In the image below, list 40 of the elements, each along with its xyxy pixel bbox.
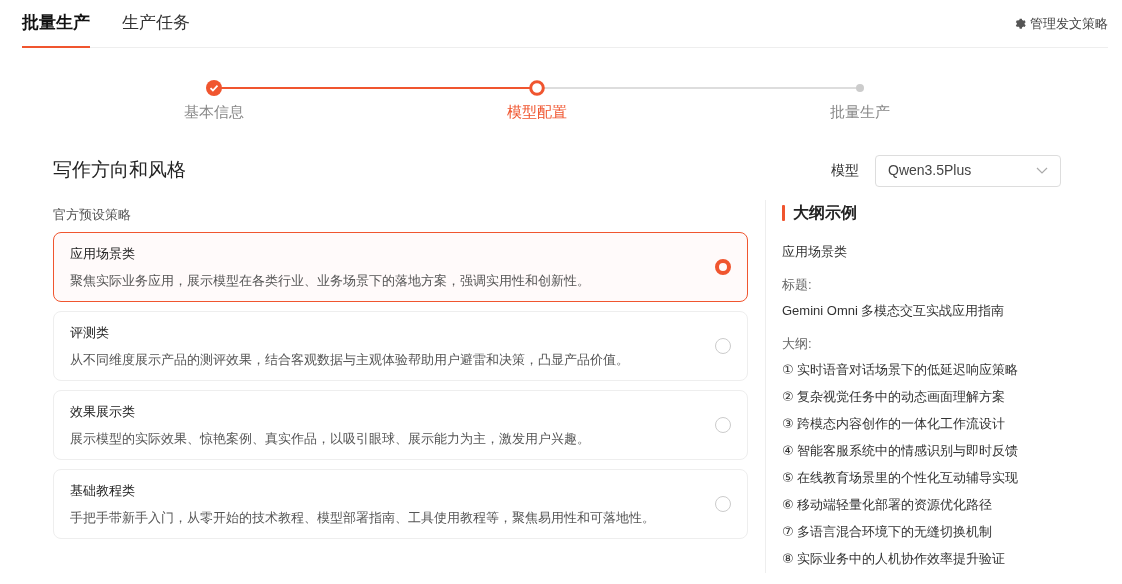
model-value: Qwen3.5Plus [888, 161, 972, 180]
preset-title: 评测类 [70, 324, 110, 342]
preset-title: 应用场景类 [70, 245, 136, 263]
outline-item: ② 复杂视觉任务中的动态画面理解方案 [782, 388, 1007, 407]
preset-title: 效果展示类 [70, 403, 136, 421]
presets-label: 官方预设策略 [53, 205, 132, 224]
title-label: 标题: [782, 276, 813, 294]
tab[interactable]: 批量生产 [22, 0, 90, 48]
step-label: 批量生产 [830, 102, 891, 122]
model-label: 模型 [831, 161, 859, 180]
manage-strategy-link[interactable]: 管理发文策略 [1013, 13, 1108, 34]
outline-item: ④ 智能客服系统中的情感识别与即时反馈 [782, 442, 1020, 461]
preset-card[interactable]: 效果展示类 展示模型的实际效果、惊艳案例、真实作品，以吸引眼球、展示能力为主，激发用户兴趣。 [53, 390, 748, 460]
radio-button[interactable] [715, 259, 731, 275]
step-label: 基本信息 [183, 102, 244, 122]
outline-item: ⑧ 实际业务中的人机协作效率提升验证 [782, 550, 1007, 569]
chevron-down-icon [1036, 166, 1048, 175]
preset-card[interactable]: 基础教程类 手把手带新手入门，从零开始的技术教程、模型部署指南、工具使用教程等，聚焦易用性和可落地性。 [53, 469, 748, 539]
section-title: 写作方向和风格 [53, 158, 186, 183]
preset-description: 展示模型的实际效果、惊艳案例、真实作品，以吸引眼球、展示能力为主，激发用户兴趣。 [70, 429, 591, 448]
outline-item: ③ 跨模态内容创作的一体化工作流设计 [782, 415, 1007, 434]
outline-label: 大纲: [782, 335, 813, 353]
outline-title: Gemini Omni 多模态交互实战应用指南 [782, 301, 1006, 320]
outline-item: ① 实时语音对话场景下的低延迟响应策略 [782, 361, 1020, 380]
preset-title: 基础教程类 [70, 482, 136, 500]
tab[interactable]: 生产任务 [122, 0, 190, 48]
preset-description: 从不同维度展示产品的测评效果，结合客观数据与主观体验帮助用户避雷和决策，凸显产品价值。 [70, 350, 630, 369]
gear-icon [1013, 17, 1026, 30]
model-select[interactable]: Qwen3.5Plus [875, 154, 1061, 187]
outline-item: ⑤ 在线教育场景里的个性化互动辅导实现 [782, 469, 1020, 488]
preset-card[interactable]: 评测类 从不同维度展示产品的测评效果，结合客观数据与主观体验帮助用户避雷和决策，凸显产品价值。 [53, 311, 748, 381]
preset-description: 聚焦实际业务应用，展示模型在各类行业、业务场景下的落地方案，强调实用性和创新性。 [70, 271, 591, 290]
outline-item: ⑥ 移动端轻量化部署的资源优化路径 [782, 496, 994, 515]
accent-bar [782, 204, 785, 221]
outline-category: 应用场景类 [782, 242, 848, 261]
step-label: 模型配置 [507, 102, 567, 122]
preset-card[interactable]: 应用场景类 聚焦实际业务应用，展示模型在各类行业、业务场景下的落地方案，强调实用性和创新性。 [53, 232, 748, 302]
outline-item: ⑦ 多语言混合环境下的无缝切换机制 [782, 523, 994, 542]
preset-description: 手把手带新手入门，从零开始的技术教程、模型部署指南、工具使用教程等，聚焦易用性和可落地性。 [70, 508, 656, 527]
outline-heading: 大纲示例 [793, 202, 857, 223]
